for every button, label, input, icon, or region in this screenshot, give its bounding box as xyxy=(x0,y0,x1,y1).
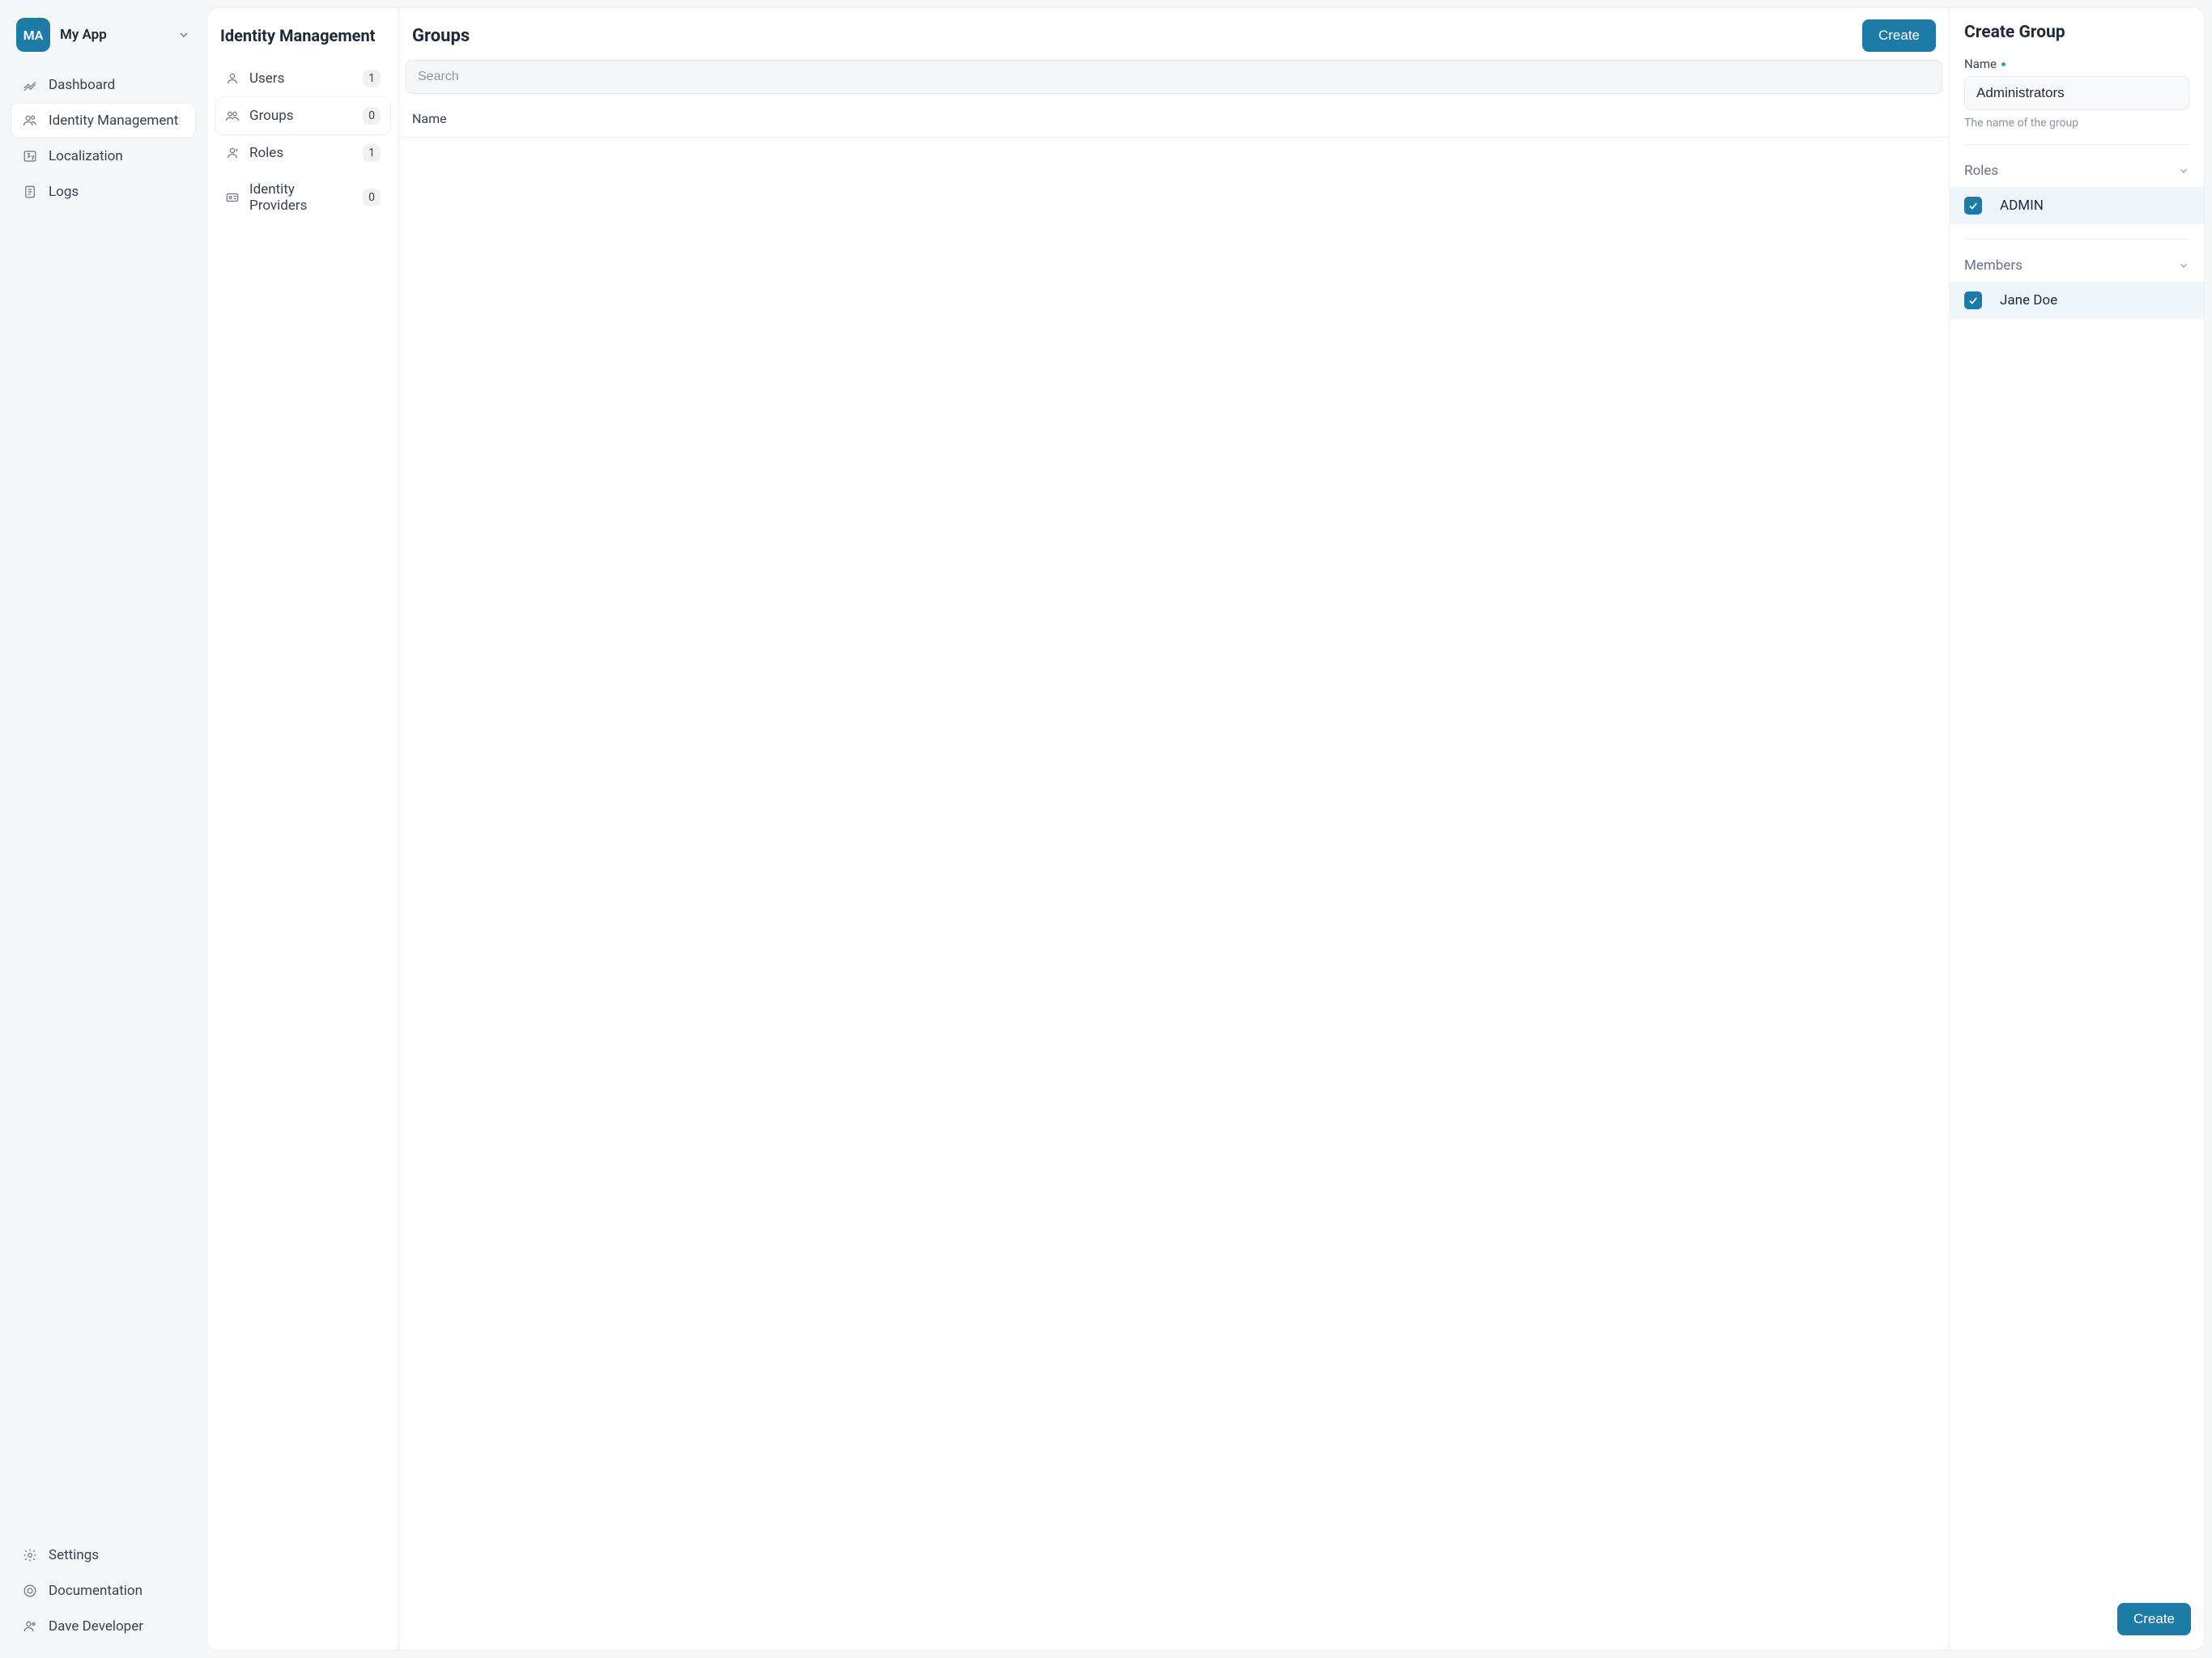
members-section-header[interactable]: Members xyxy=(1950,254,2204,282)
sidebar-item-documentation[interactable]: Documentation xyxy=(11,1574,195,1608)
app-name: My App xyxy=(60,27,168,43)
subnav-title: Identity Management xyxy=(215,18,390,60)
submit-button[interactable]: Create xyxy=(2117,1603,2191,1635)
search-input[interactable] xyxy=(406,60,1942,94)
name-label-text: Name xyxy=(1964,57,1997,71)
main-card: Identity Management Users 1 Groups 0 Rol… xyxy=(206,7,2205,1651)
sidebar-item-dashboard[interactable]: Dashboard xyxy=(11,68,195,102)
sidebar-item-settings[interactable]: Settings xyxy=(11,1538,195,1572)
idp-icon xyxy=(225,190,240,205)
sidebar-item-label: Settings xyxy=(49,1547,99,1563)
form-title: Create Group xyxy=(1950,8,2204,57)
subnav-item-identity-providers[interactable]: Identity Providers 0 xyxy=(215,172,390,223)
roles-section-header[interactable]: Roles xyxy=(1950,159,2204,187)
roles-label: Roles xyxy=(1964,163,1998,179)
subnav-item-groups[interactable]: Groups 0 xyxy=(215,97,390,134)
name-label: Name xyxy=(1964,57,2189,71)
sidebar-item-current-user[interactable]: Dave Developer xyxy=(11,1609,195,1643)
gear-icon xyxy=(23,1548,37,1562)
role-name: ADMIN xyxy=(2000,198,2044,214)
count-badge: 1 xyxy=(363,70,381,87)
member-checkbox[interactable] xyxy=(1964,291,1982,309)
member-name: Jane Doe xyxy=(2000,292,2057,308)
sidebar-item-label: Localization xyxy=(49,148,123,164)
member-row[interactable]: Jane Doe xyxy=(1950,282,2204,319)
count-badge: 0 xyxy=(363,107,381,125)
subnav-item-roles[interactable]: Roles 1 xyxy=(215,134,390,172)
user-icon xyxy=(23,1619,37,1634)
sidebar: MA My App Dashboard Identity Management … xyxy=(0,0,206,1658)
check-icon xyxy=(1967,295,1979,306)
chevron-down-icon xyxy=(177,28,190,41)
dashboard-icon xyxy=(23,78,37,92)
role-checkbox[interactable] xyxy=(1964,197,1982,215)
form-column: Create Group Name The name of the group … xyxy=(1950,8,2204,1650)
subnav-item-label: Users xyxy=(249,70,353,87)
secondary-nav: Settings Documentation Dave Developer xyxy=(11,1538,195,1643)
name-help: The name of the group xyxy=(1964,117,2189,130)
sidebar-item-localization[interactable]: Localization xyxy=(11,139,195,173)
sidebar-item-label: Logs xyxy=(49,184,79,200)
required-indicator xyxy=(2001,62,2006,66)
primary-nav: Dashboard Identity Management Localizati… xyxy=(11,68,195,209)
list-column: Groups Create Name xyxy=(399,8,1950,1650)
create-button[interactable]: Create xyxy=(1862,19,1936,52)
localization-icon xyxy=(23,149,37,164)
name-input[interactable] xyxy=(1964,76,2189,110)
sidebar-item-logs[interactable]: Logs xyxy=(11,175,195,209)
users-icon xyxy=(23,113,37,128)
group-icon xyxy=(225,108,240,123)
subnav: Identity Management Users 1 Groups 0 Rol… xyxy=(207,8,399,1650)
sidebar-item-label: Dashboard xyxy=(49,77,115,93)
chevron-down-icon xyxy=(2178,165,2189,176)
app-switcher[interactable]: MA My App xyxy=(11,15,195,55)
role-icon xyxy=(225,146,240,160)
list-title: Groups xyxy=(412,26,470,46)
sidebar-item-label: Identity Management xyxy=(49,113,178,129)
divider xyxy=(1964,239,2189,240)
sidebar-item-label: Dave Developer xyxy=(49,1618,143,1635)
count-badge: 0 xyxy=(363,189,381,206)
sidebar-item-identity-management[interactable]: Identity Management xyxy=(11,104,195,138)
subnav-item-label: Identity Providers xyxy=(249,181,353,214)
docs-icon xyxy=(23,1584,37,1598)
subnav-item-label: Roles xyxy=(249,145,353,161)
sidebar-item-label: Documentation xyxy=(49,1583,143,1599)
count-badge: 1 xyxy=(363,144,381,162)
app-logo: MA xyxy=(16,18,50,52)
table-header-name: Name xyxy=(399,100,1949,138)
logs-icon xyxy=(23,185,37,199)
members-label: Members xyxy=(1964,257,2023,274)
chevron-down-icon xyxy=(2178,260,2189,271)
check-icon xyxy=(1967,200,1979,211)
subnav-item-label: Groups xyxy=(249,108,353,124)
role-row[interactable]: ADMIN xyxy=(1950,187,2204,224)
user-icon xyxy=(225,71,240,86)
subnav-item-users[interactable]: Users 1 xyxy=(215,60,390,97)
divider xyxy=(1964,144,2189,145)
list-header: Groups Create xyxy=(399,8,1949,60)
